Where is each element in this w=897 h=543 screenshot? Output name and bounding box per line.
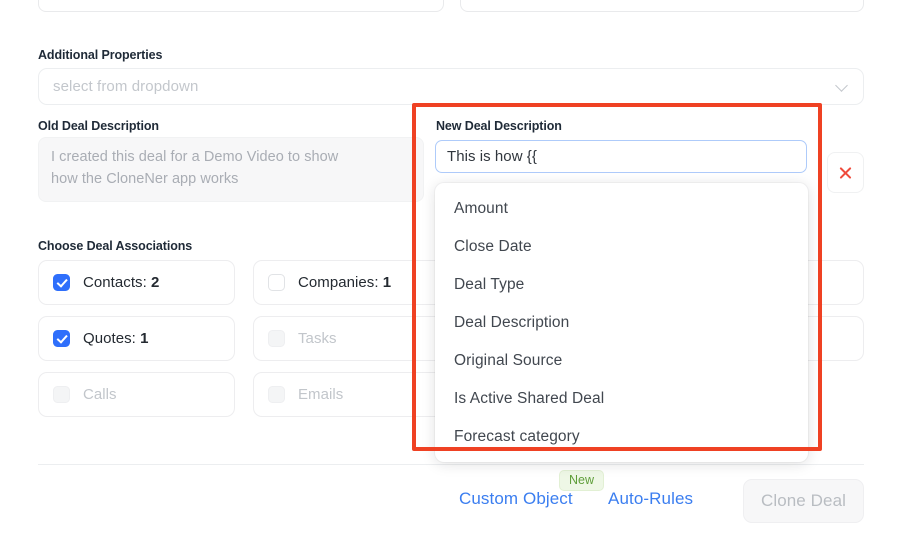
auto-rules-link[interactable]: Auto-Rules [608,489,693,509]
assoc-item: Calls [38,372,235,417]
new-badge: New [559,470,605,491]
checkbox-icon [268,386,285,403]
token-option[interactable]: Deal Type [435,266,808,304]
assoc-item[interactable]: Companies: 1 [253,260,450,305]
additional-properties-label: Additional Properties [38,48,163,62]
deal-associations-label: Choose Deal Associations [38,239,193,253]
assoc-item[interactable]: Quotes: 1 [38,316,235,361]
assoc-item-label: Emails [298,386,344,403]
clone-deal-form: Additional Properties select from dropdo… [0,0,897,543]
assoc-item-label: Companies: 1 [298,274,392,291]
token-option[interactable]: Original Source [435,342,808,380]
checkbox-icon [268,330,285,347]
additional-properties-placeholder: select from dropdown [53,78,199,95]
assoc-item[interactable]: Contacts: 2 [38,260,235,305]
footer: New Custom Object Auto-Rules Clone Deal [38,465,864,543]
clone-deal-button[interactable]: Clone Deal [743,479,864,523]
checkbox-icon[interactable] [53,274,70,291]
old-deal-description-text: I created this deal for a Demo Video to … [51,149,339,187]
token-option[interactable]: Deal Description [435,304,808,342]
assoc-item-count: 2 [151,274,160,291]
field-stub-left[interactable] [38,0,444,12]
custom-object-link[interactable]: Custom Object [459,489,573,509]
field-stub-right[interactable] [460,0,864,12]
assoc-item-label: Contacts: 2 [83,274,160,291]
assoc-item-label: Quotes: 1 [83,330,149,347]
token-option[interactable]: Amount [435,190,808,228]
assoc-item-label: Calls [83,386,117,403]
chevron-down-icon [836,80,849,93]
assoc-item-label: Tasks [298,330,337,347]
old-deal-description-label: Old Deal Description [38,119,159,133]
checkbox-icon[interactable] [268,274,285,291]
new-deal-description-input[interactable] [435,140,807,173]
additional-properties-dropdown[interactable]: select from dropdown [38,68,864,105]
checkbox-icon [53,386,70,403]
token-dropdown-menu[interactable]: Amount Close Date Deal Type Deal Descriptio… [435,183,808,462]
checkbox-icon[interactable] [53,330,70,347]
token-option[interactable]: Forecast category [435,418,808,456]
token-option[interactable]: Is Active Shared Deal [435,380,808,418]
close-icon [838,165,853,180]
assoc-item: Tasks [253,316,450,361]
assoc-item: Emails [253,372,450,417]
token-option[interactable]: Close Date [435,228,808,266]
assoc-item-count: 1 [140,330,149,347]
remove-field-button[interactable] [827,152,864,193]
new-deal-description-label: New Deal Description [436,119,562,133]
assoc-item-count: 1 [382,274,392,291]
old-deal-description-box: I created this deal for a Demo Video to … [38,137,424,202]
